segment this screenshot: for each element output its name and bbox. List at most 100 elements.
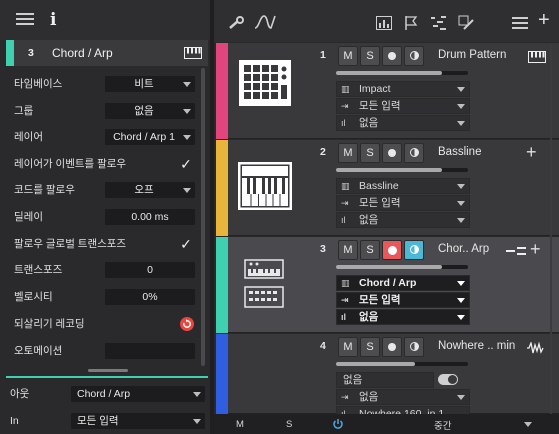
track-name[interactable]: Nowhere .. min (438, 340, 515, 352)
monitor-button[interactable] (404, 240, 424, 260)
mute-button[interactable]: M (338, 46, 358, 66)
output-icon: ▥ (341, 181, 350, 191)
output-select[interactable]: ▥ Chord / Arp (336, 275, 470, 291)
layer-select[interactable]: ıl 없음 (336, 115, 470, 131)
mute-all-button[interactable]: M (236, 419, 244, 430)
group-dropdown[interactable]: 없음 (104, 102, 196, 120)
layers-follow-events-checkbox[interactable]: ✓ (178, 156, 194, 172)
add-icon[interactable]: + (538, 10, 550, 30)
inspector-scrollbar[interactable] (201, 68, 205, 366)
monitor-button[interactable] (404, 337, 424, 357)
output-icon: ▥ (341, 84, 350, 94)
piano-icon (184, 47, 202, 59)
chevron-down-icon (457, 201, 465, 206)
track-row[interactable]: 1 M S Drum Pattern ▥ Impact ⇥ 모든 입력 ıl 없음 (216, 43, 559, 139)
output-select[interactable]: ▥ Bassline (336, 178, 470, 194)
solo-button[interactable]: S (360, 337, 380, 357)
input-arrow-icon: ⇥ (341, 101, 349, 111)
delay-field[interactable]: 0.00 ms (104, 208, 196, 226)
output-select[interactable]: 없음 (336, 372, 434, 388)
record-arm-button[interactable] (382, 337, 402, 357)
monitor-button[interactable] (404, 143, 424, 163)
input-value: 모든 입력 (359, 197, 401, 209)
solo-button[interactable]: S (360, 240, 380, 260)
wrench-icon[interactable] (228, 16, 246, 30)
info-icon[interactable]: i (50, 10, 56, 30)
track-row[interactable]: 2 M S Bassline + ▥ Bassline ⇥ 모든 입력 ıl 없음 (216, 140, 559, 236)
transpose-field[interactable]: 0 (104, 261, 196, 279)
solo-button[interactable]: S (360, 46, 380, 66)
notes-icon[interactable] (430, 15, 448, 31)
inspector-track-name[interactable]: Chord / Arp (52, 46, 113, 60)
layer-label: 레이어 (14, 131, 43, 143)
mute-button[interactable]: M (338, 337, 358, 357)
monitor-button[interactable] (404, 46, 424, 66)
follow-chords-value: 오프 (134, 184, 154, 196)
input-select[interactable]: ⇥ 모든 입력 (336, 98, 470, 114)
volume-fader[interactable] (336, 265, 468, 269)
volume-fader[interactable] (336, 362, 468, 366)
timebase-dropdown[interactable]: 비트 (104, 75, 196, 93)
follow-global-transpose-checkbox[interactable]: ✓ (178, 236, 194, 252)
track-row-selected[interactable]: 3 M S Chor.. Arp + ▥ Chord / Arp ⇥ 모든 입력 ı… (216, 237, 559, 333)
piano-icon (528, 51, 546, 63)
mute-button[interactable]: M (338, 143, 358, 163)
curve-icon[interactable] (254, 14, 276, 30)
record-arm-button[interactable] (382, 46, 402, 66)
mute-button[interactable]: M (338, 240, 358, 260)
flag-icon[interactable] (404, 15, 418, 31)
track-row[interactable]: 4 M S Nowhere .. min 없음 ⇥ 없음 ıl Nowhere 16… (216, 334, 559, 416)
chevron-down-icon[interactable] (524, 422, 532, 427)
input-arrow-icon: ⇥ (341, 295, 349, 305)
input-dropdown[interactable]: 모든 입력 (70, 412, 206, 430)
volume-fader[interactable] (336, 71, 468, 75)
layers-follow-events-label: 레이어가 이벤트를 팔로우 (14, 158, 127, 170)
pencil-icon[interactable] (458, 15, 476, 31)
toggle-icon[interactable] (438, 374, 458, 385)
track-list-scrollbar[interactable] (547, 44, 555, 414)
layer-value: Chord / Arp 1 (113, 131, 175, 143)
layer-select[interactable]: ıl 없음 (336, 212, 470, 228)
output-dropdown[interactable]: Chord / Arp (70, 385, 206, 403)
list-icon[interactable] (512, 17, 528, 29)
record-arm-button[interactable] (382, 143, 402, 163)
retrospective-recording-icon[interactable] (180, 317, 194, 331)
input-select[interactable]: ⇥ 모든 입력 (336, 292, 470, 308)
layer-select[interactable]: ıl 없음 (336, 309, 470, 325)
chevron-down-icon (457, 395, 465, 400)
chevron-down-icon (457, 87, 465, 92)
add-icon[interactable]: + (530, 239, 541, 260)
track-name[interactable]: Drum Pattern (438, 49, 506, 61)
layer-icon: ıl (341, 215, 346, 225)
panel-resize-handle[interactable] (88, 369, 128, 372)
grid-icon[interactable] (376, 16, 392, 30)
solo-button[interactable]: S (360, 143, 380, 163)
velocity-field[interactable]: 0% (104, 288, 196, 306)
volume-level (336, 265, 442, 269)
input-select[interactable]: ⇥ 모든 입력 (336, 195, 470, 211)
input-select[interactable]: ⇥ 없음 (336, 389, 470, 405)
follow-chords-dropdown[interactable]: 오프 (104, 181, 196, 199)
automation-field[interactable] (104, 342, 196, 360)
velocity-label: 벨로시티 (14, 291, 53, 303)
layer-dropdown[interactable]: Chord / Arp 1 (104, 128, 196, 146)
input-arrow-icon: ⇥ (341, 392, 349, 402)
track-name[interactable]: Chor.. Arp (438, 243, 489, 255)
record-arm-button[interactable] (382, 240, 402, 260)
output-value: 없음 (343, 374, 363, 386)
power-icon[interactable] (332, 418, 344, 430)
monitor-icon (409, 51, 419, 60)
chevron-down-icon (457, 281, 465, 286)
volume-fader[interactable] (336, 168, 468, 172)
track-number: 3 (320, 243, 326, 255)
chevron-down-icon (183, 188, 191, 193)
menu-icon[interactable] (16, 13, 34, 27)
add-icon[interactable]: + (526, 142, 537, 163)
track-height-label[interactable]: 중간 (434, 418, 451, 432)
input-label: In (10, 415, 19, 427)
solo-all-button[interactable]: S (286, 419, 292, 430)
inspector-toolbar: i (0, 0, 210, 40)
track-name[interactable]: Bassline (438, 146, 481, 158)
track-toolbar: + (214, 0, 559, 42)
output-select[interactable]: ▥ Impact (336, 81, 470, 97)
